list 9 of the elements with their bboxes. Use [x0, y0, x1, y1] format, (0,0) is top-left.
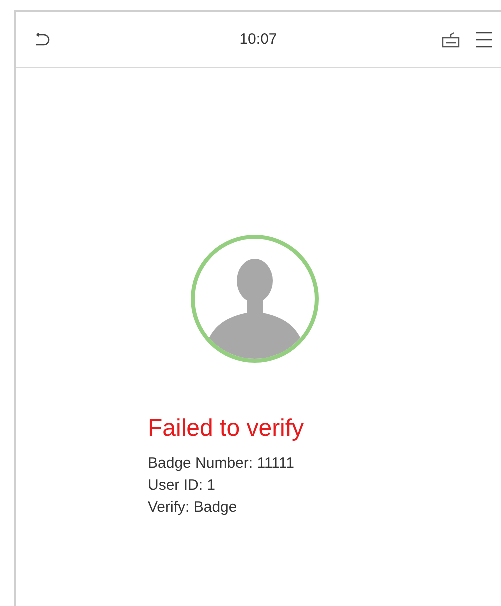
- clock-time: 10:07: [240, 31, 278, 48]
- verify-status: Failed to verify: [148, 415, 306, 443]
- detail-text: User ID: 1: [148, 476, 217, 496]
- detail-text: Verify: Badge: [148, 498, 238, 518]
- back-button[interactable]: [34, 32, 50, 46]
- keyboard-button[interactable]: [441, 30, 461, 48]
- detail-text: Badge Number: 11111: [148, 454, 296, 474]
- user-avatar-icon: [189, 233, 321, 365]
- menu-button[interactable]: [475, 32, 493, 48]
